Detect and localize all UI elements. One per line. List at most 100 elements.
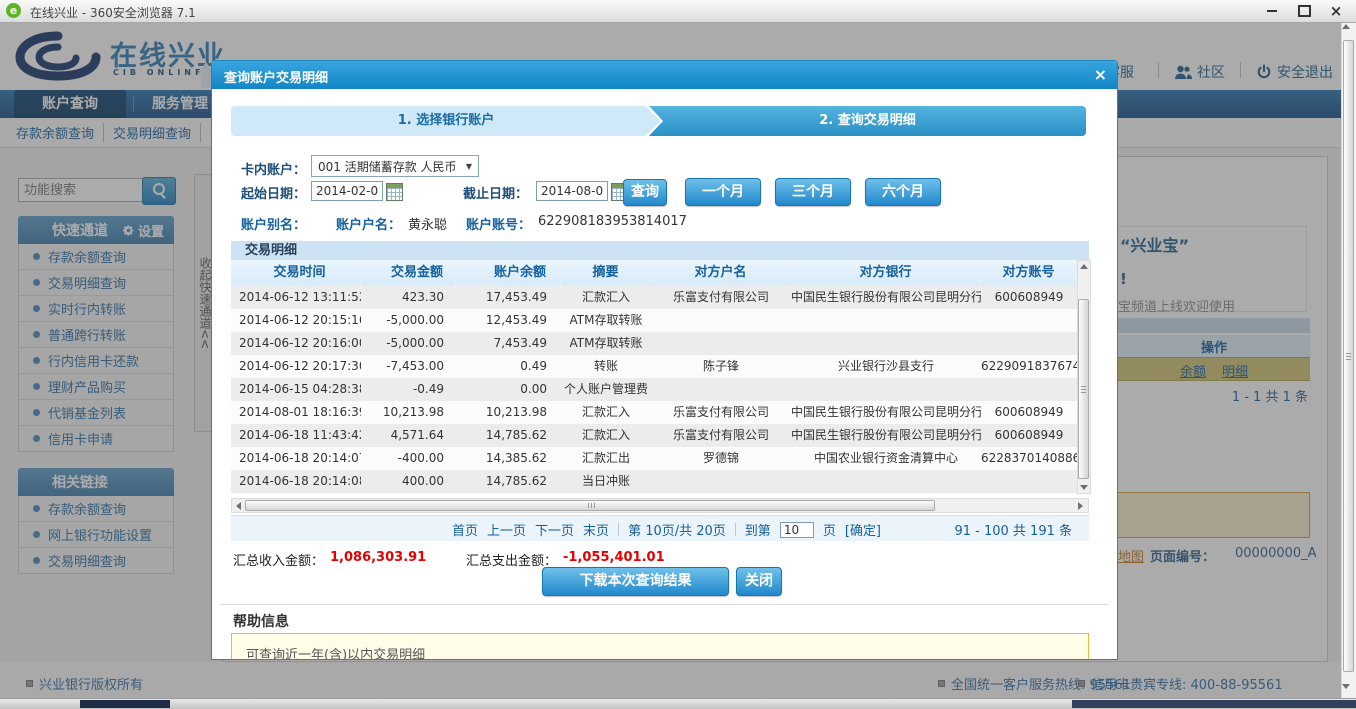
sitemap-link[interactable]: 地图: [1118, 546, 1144, 565]
table-row: 2014-06-12 20:15:16 -5,000.00 12,453.49 …: [231, 309, 1077, 332]
page-code-value: 00000000_A: [1235, 546, 1317, 561]
table-scroll-left-arrow[interactable]: [236, 502, 241, 510]
sidebar-item-label: 网上银行功能设置: [48, 529, 153, 544]
cell-party: 罗德锦: [702, 451, 739, 465]
income-total-label: 汇总收入金额：: [233, 554, 325, 569]
scrollbar-down-arrow[interactable]: [1342, 684, 1350, 689]
header-link-logout[interactable]: 安全退出: [1256, 62, 1333, 82]
sidebar-item[interactable]: 交易明细查询: [19, 548, 173, 573]
cell-amount: -7,453.00: [386, 359, 444, 373]
sidebar-item[interactable]: 代销基金列表: [19, 400, 173, 426]
links-panel-list: 存款余额查询 网上银行功能设置 交易明细查询: [18, 496, 174, 574]
sidebar-item[interactable]: 实时行内转账: [19, 296, 173, 322]
sidebar-item[interactable]: 交易明细查询: [19, 270, 173, 296]
footer-vip-line-text: 信用卡贵宾专线: 400-88-95561: [1091, 678, 1283, 693]
cell-amount: -400.00: [397, 451, 444, 465]
cell-account: [981, 378, 1077, 401]
table-scroll-up-arrow[interactable]: [1080, 264, 1088, 269]
cell-bank: 中国民生银行股份有限公司昆明分行营业部: [791, 405, 981, 419]
prev-page-link[interactable]: 上一页: [487, 520, 526, 539]
first-page-link[interactable]: 首页: [452, 520, 478, 539]
thumb-grip: [1346, 353, 1351, 354]
sidebar-item-label: 行内信用卡还款: [48, 355, 140, 370]
table-hscroll-thumb[interactable]: [245, 500, 935, 511]
table-vscroll-thumb[interactable]: [1078, 299, 1089, 479]
search-icon-handle: [160, 193, 166, 199]
header-link-label: 安全退出: [1277, 65, 1333, 81]
cell-balance: 17,453.49: [485, 290, 547, 304]
step-query-details[interactable]: 2. 查询交易明细: [649, 106, 1086, 136]
sidebar-item[interactable]: 普通跨行转账: [19, 322, 173, 348]
sidebar-item-label: 普通跨行转账: [48, 329, 127, 344]
goto-page-input[interactable]: [779, 521, 814, 538]
subnav-link[interactable]: 存款余额查询: [16, 123, 94, 142]
nav-tab-account-query[interactable]: 账户查询: [14, 90, 126, 118]
download-results-button[interactable]: 下载本次查询结果: [542, 567, 729, 596]
sidebar-item[interactable]: 存款余额查询: [19, 244, 173, 270]
table-row: 2014-06-12 20:17:30 -7,453.00 0.49 转账 陈子…: [231, 355, 1077, 378]
scrollbar-up-arrow[interactable]: [1342, 24, 1350, 29]
modal-close-icon[interactable]: ×: [1094, 65, 1107, 84]
transactions-table-body: 2014-06-12 13:11:52 423.30 17,453.49 汇款汇…: [231, 286, 1077, 494]
bank-logo-icon: [15, 31, 101, 81]
promo-exclaim: !: [1120, 270, 1127, 288]
nav-tab-service[interactable]: 服务管理: [152, 90, 208, 118]
account-alias-label: 账户别名：: [241, 218, 307, 233]
one-month-button[interactable]: 一个月: [685, 178, 761, 206]
quick-panel-header: 快速通道 设置: [18, 216, 174, 244]
sidebar-item[interactable]: 存款余额查询: [19, 496, 173, 522]
header-link-community[interactable]: 社区: [1175, 62, 1225, 82]
six-month-button[interactable]: 六个月: [865, 178, 941, 206]
subnav-link[interactable]: 交易明细查询: [103, 123, 191, 142]
transactions-table-header: 交易时间 交易金额 账户余额 摘要 对方户名 对方银行 对方账号: [231, 260, 1077, 286]
header-separator: [1240, 62, 1241, 78]
cell-amount: -5,000.00: [386, 313, 444, 327]
start-date-input[interactable]: [311, 181, 383, 201]
promo-text: 宝频道上线欢迎使用: [1118, 300, 1236, 315]
close-button[interactable]: 关闭: [736, 567, 782, 596]
close-icon: ×: [1329, 1, 1343, 20]
minimize-button[interactable]: [1258, 2, 1286, 21]
cell-amount: 400.00: [402, 474, 444, 488]
pagination-controls: 首页 上一页 下一页 末页 第 10页/共 20页 到第 页 [确定]: [452, 520, 881, 539]
links-panel-header: 相关链接: [18, 468, 174, 496]
detail-link[interactable]: 明细: [1222, 361, 1248, 380]
cell-bank: 中国民生银行股份有限公司昆明分行营业部: [791, 290, 981, 304]
goto-confirm-link[interactable]: [确定]: [845, 520, 881, 539]
bullet-icon: [33, 531, 40, 538]
table-scroll-down-arrow[interactable]: [1080, 485, 1088, 490]
query-button[interactable]: 查询: [623, 179, 667, 206]
maximize-button[interactable]: [1290, 2, 1318, 21]
end-date-input[interactable]: [536, 181, 608, 201]
search-input[interactable]: [18, 178, 148, 202]
sidebar-item[interactable]: 行内信用卡还款: [19, 348, 173, 374]
table-scroll-right-arrow[interactable]: [1078, 502, 1083, 510]
balance-link[interactable]: 余额: [1180, 361, 1206, 380]
cell-bank: [791, 470, 981, 493]
step-select-account[interactable]: 1. 选择银行账户: [231, 106, 661, 136]
scrollbar-thumb[interactable]: [1343, 40, 1354, 672]
links-panel-title: 相关链接: [52, 475, 108, 491]
goto-label: 到第: [744, 524, 771, 539]
collapse-up-arrow-stem: [201, 74, 211, 88]
search-button[interactable]: [142, 177, 176, 205]
sidebar-item[interactable]: 理财产品购买: [19, 374, 173, 400]
taskbar-item: [1072, 700, 1356, 708]
card-account-select[interactable]: 001 活期储蓄存款 人民币 ▼: [311, 155, 479, 177]
close-window-button[interactable]: ×: [1322, 2, 1350, 21]
cell-summary: 汇款汇入: [581, 405, 630, 419]
cell-account: 6228370140886862: [981, 451, 1077, 465]
column-header: 对方账号: [981, 260, 1077, 286]
last-page-link[interactable]: 末页: [583, 520, 609, 539]
sidebar-item[interactable]: 信用卡申请: [19, 426, 173, 451]
quick-panel-settings[interactable]: 设置: [122, 221, 164, 240]
cell-amount: 10,213.98: [382, 405, 444, 419]
next-page-link[interactable]: 下一页: [535, 520, 574, 539]
table-row: 2014-06-12 13:11:52 423.30 17,453.49 汇款汇…: [231, 286, 1077, 309]
sidebar-item[interactable]: 网上银行功能设置: [19, 522, 173, 548]
cell-balance: 12,453.49: [485, 313, 547, 327]
record-range-info: 91 - 100 共 191 条: [954, 524, 1072, 539]
cell-bank: [791, 309, 981, 332]
start-date-calendar-icon[interactable]: [386, 183, 403, 201]
three-month-button[interactable]: 三个月: [775, 178, 851, 206]
